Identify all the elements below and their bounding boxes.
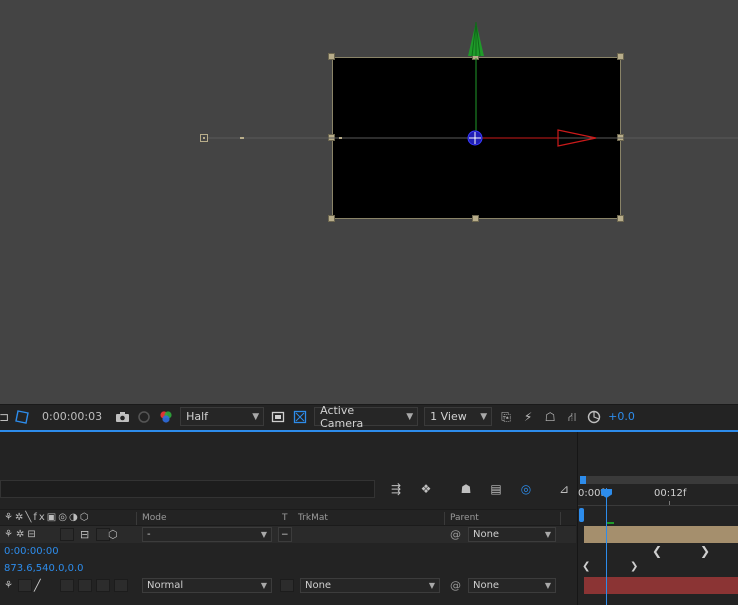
- mode-value: Normal: [147, 580, 184, 591]
- camera-view-dropdown[interactable]: Active Camera ▼: [314, 404, 419, 430]
- mode-dropdown[interactable]: Normal ▼: [142, 578, 272, 593]
- toggle-mask-icon[interactable]: [292, 409, 308, 425]
- chevron-down-icon: ▼: [252, 411, 260, 422]
- parent-dropdown[interactable]: None ▼: [468, 578, 556, 593]
- draft-3d-icon[interactable]: ❖: [418, 481, 434, 497]
- keyframe-markers: ❮: [652, 544, 663, 558]
- layer-search-input[interactable]: [0, 480, 375, 498]
- region-of-interest-icon[interactable]: [14, 409, 30, 425]
- property-row[interactable]: 873.6,540.0,0.0: [0, 560, 576, 577]
- chevron-down-icon: ▼: [260, 581, 267, 590]
- composition-frame[interactable]: [332, 57, 621, 219]
- frame-handle-tr[interactable]: [617, 53, 624, 60]
- comp-mini-flowchart-icon[interactable]: ⇶: [388, 481, 404, 497]
- property-value-position[interactable]: 873.6,540.0,0.0: [4, 563, 84, 574]
- parent-value: None: [473, 529, 500, 540]
- parent-value: None: [473, 580, 500, 591]
- trkmat-value: None: [305, 580, 332, 591]
- layer-duration-bar[interactable]: [584, 526, 738, 543]
- ruler-label-12f: 00:12f: [654, 488, 687, 499]
- color-channels-icon[interactable]: [158, 409, 174, 425]
- preserve-transparency-toggle[interactable]: −: [278, 527, 292, 542]
- timeline-switches: ⇶ ❖ ☗ ▤ ◎ ⊿: [388, 479, 572, 499]
- graph-editor-icon[interactable]: ⊿: [556, 481, 572, 497]
- trkmat-column-header[interactable]: TrkMat: [298, 513, 328, 523]
- work-area-bar[interactable]: [580, 476, 738, 484]
- chevron-down-icon: ▼: [544, 581, 551, 590]
- toggle-pixel-aspect-icon[interactable]: ⎘: [498, 409, 514, 425]
- frame-handle-bc[interactable]: [472, 215, 479, 222]
- keyframe-markers: ❯: [700, 544, 711, 558]
- frame-handle-tl[interactable]: [328, 53, 335, 60]
- frame-handle-ml[interactable]: [328, 134, 335, 141]
- fit-toggle-icon[interactable]: ⊐: [0, 409, 9, 425]
- motion-blur-icon[interactable]: ◎: [518, 481, 534, 497]
- parent-pickwhip-icon[interactable]: @: [450, 528, 461, 541]
- frame-handle-bl[interactable]: [328, 215, 335, 222]
- keyframe-markers: ❮: [582, 561, 591, 572]
- collapse-icon[interactable]: ⊟: [80, 528, 89, 541]
- parent-pickwhip-icon[interactable]: @: [450, 579, 461, 592]
- frame-handle-br[interactable]: [617, 215, 624, 222]
- parent-column-header[interactable]: Parent: [450, 513, 479, 523]
- chevron-down-icon: ▼: [544, 530, 551, 539]
- composition-viewer[interactable]: [0, 0, 738, 404]
- chevron-down-icon: ▼: [406, 411, 414, 422]
- flowchart-icon[interactable]: ⛙: [564, 409, 580, 425]
- t-column-header[interactable]: T: [282, 513, 288, 523]
- column-header: ⚘✲╲fx▣◎◑⬡ Mode T TrkMat Parent: [0, 509, 576, 526]
- view-layout-value: 1 View: [430, 410, 467, 423]
- view-layout-dropdown[interactable]: 1 View ▼: [424, 407, 493, 426]
- layer-row[interactable]: ⚘✲⊟ ⊟ ⬡ - ▼ − @ None ▼: [0, 526, 576, 543]
- mode-dropdown[interactable]: - ▼: [142, 527, 272, 542]
- toggle-transparency-grid-icon[interactable]: [270, 409, 286, 425]
- parent-dropdown[interactable]: None ▼: [468, 527, 556, 542]
- frame-handle-mr[interactable]: [617, 134, 624, 141]
- 3d-layer-icon[interactable]: ⬡: [108, 528, 118, 541]
- quality-icon[interactable]: ╱: [34, 579, 41, 592]
- camera-view-value: Active Camera: [320, 403, 364, 430]
- mode-column-header[interactable]: Mode: [142, 513, 167, 523]
- y-axis-arrow-icon: [468, 22, 484, 56]
- current-time[interactable]: 0:00:00:03: [42, 410, 102, 423]
- exposure-value[interactable]: +0.0: [608, 410, 635, 423]
- property-value-time[interactable]: 0:00:00:00: [4, 546, 59, 557]
- shy-layers-icon[interactable]: ☗: [458, 481, 474, 497]
- chevron-down-icon: ▼: [428, 581, 435, 590]
- mode-value: -: [147, 529, 151, 540]
- reset-exposure-icon[interactable]: [586, 409, 602, 425]
- resolution-value: Half: [186, 410, 209, 423]
- playhead-line: [606, 488, 607, 605]
- trkmat-dropdown[interactable]: None ▼: [300, 578, 440, 593]
- viewer-toolbar: ⊐ 0:00:00:03 Half ▼ Active Camera ▼ 1 Vi…: [0, 404, 738, 430]
- camera-snapshot-icon[interactable]: [114, 409, 130, 425]
- switches-header-icons: ⚘✲╲fx▣◎◑⬡: [4, 512, 91, 523]
- keyframe-markers: ❯: [630, 561, 639, 572]
- property-row[interactable]: 0:00:00:00: [0, 543, 576, 560]
- layer-row[interactable]: ⚘ ╱ Normal ▼ None ▼ @ None ▼: [0, 577, 576, 594]
- ruler-label-start: 0:00f: [578, 488, 604, 499]
- frame-handle-tc[interactable]: [472, 53, 479, 60]
- layer-switches-icons: ⚘✲⊟: [4, 529, 39, 540]
- layer-duration-bar[interactable]: [584, 577, 738, 594]
- chevron-down-icon: ▼: [260, 530, 267, 539]
- timeline-icon[interactable]: ☖: [542, 409, 558, 425]
- layer-outline-panel: ⇶ ❖ ☗ ▤ ◎ ⊿ ⚘✲╲fx▣◎◑⬡ Mode T TrkMat Pare…: [0, 432, 576, 605]
- in-point-marker: [606, 522, 614, 524]
- show-snapshot-icon[interactable]: [136, 409, 152, 425]
- resolution-dropdown[interactable]: Half ▼: [180, 407, 265, 426]
- layer-switches-icons: ⚘: [4, 580, 13, 591]
- chevron-down-icon: ▼: [480, 411, 488, 422]
- timeline-panel: ⇶ ❖ ☗ ▤ ◎ ⊿ ⚘✲╲fx▣◎◑⬡ Mode T TrkMat Pare…: [0, 432, 738, 605]
- time-graph-panel[interactable]: 0:00f 00:12f ❮ ❯ ❮ ❯: [577, 432, 738, 605]
- fast-previews-icon[interactable]: ⚡: [520, 409, 536, 425]
- nav-start-marker: [579, 508, 584, 522]
- anchor-point-handle[interactable]: [200, 134, 208, 142]
- frame-blending-icon[interactable]: ▤: [488, 481, 504, 497]
